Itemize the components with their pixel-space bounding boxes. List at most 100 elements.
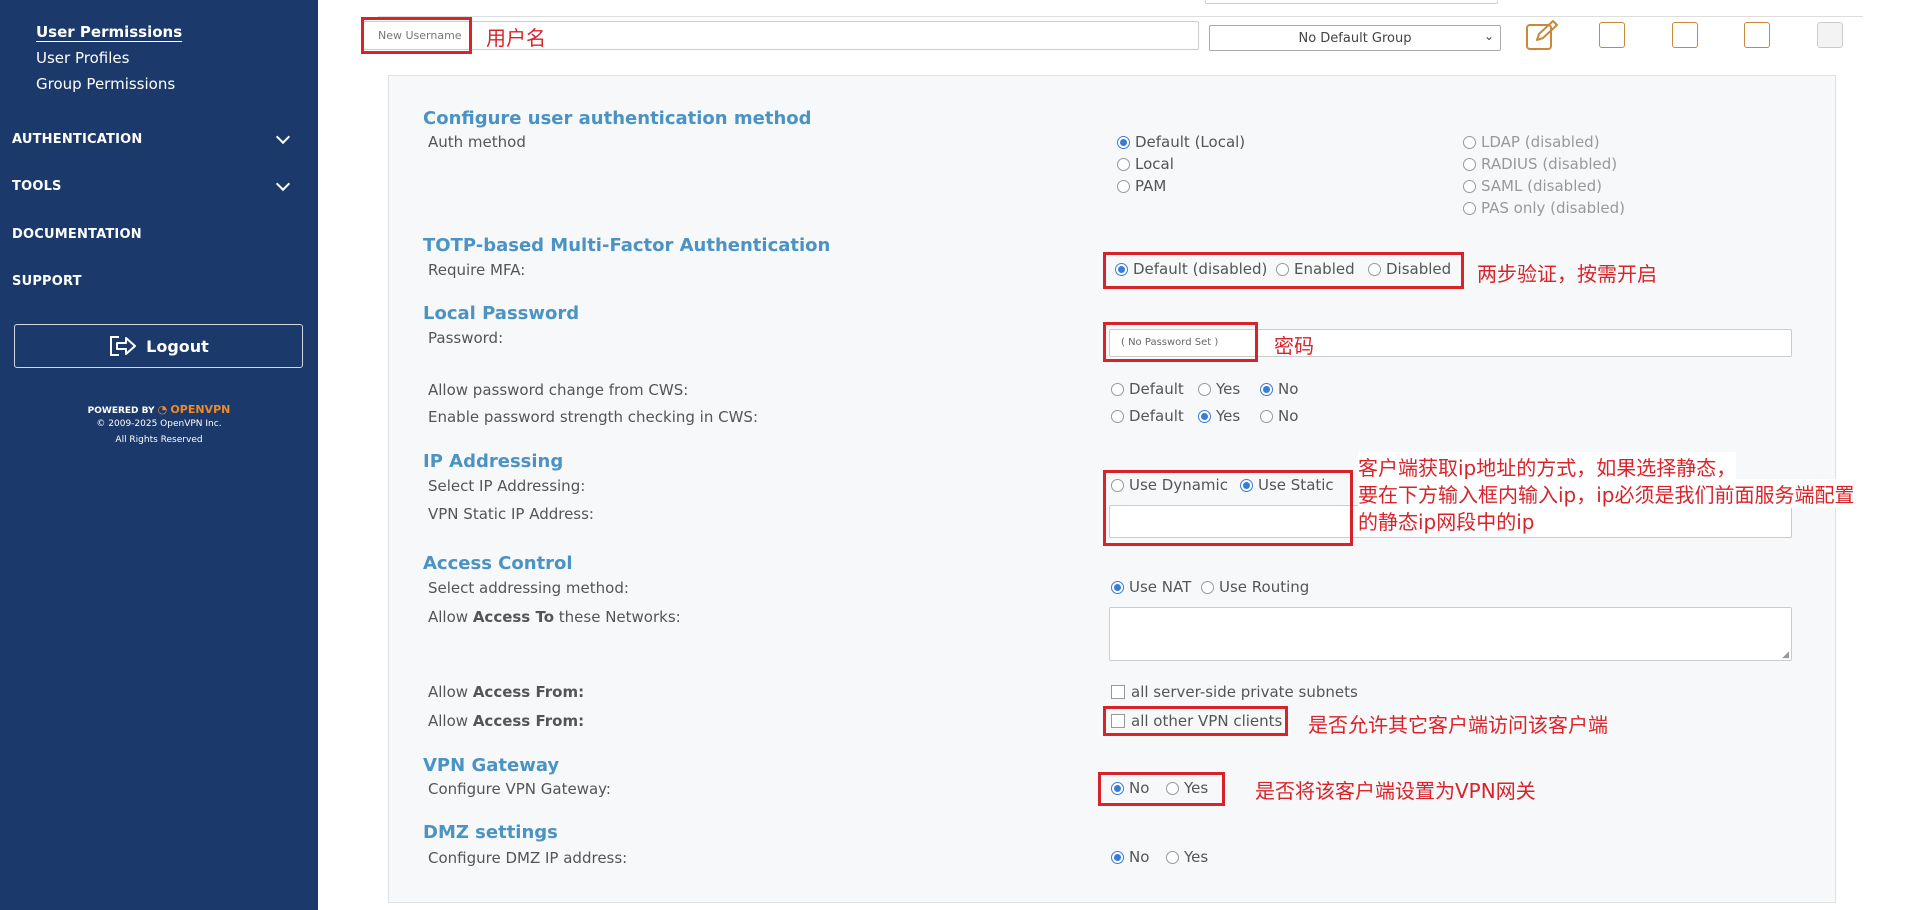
dmz-label: Configure DMZ IP address: xyxy=(428,849,628,867)
rights-reserved: All Rights Reserved xyxy=(115,435,203,445)
nav-authentication[interactable]: AUTHENTICATION xyxy=(12,129,306,147)
radio-label: SAML (disabled) xyxy=(1481,177,1602,195)
section-gateway-title: VPN Gateway xyxy=(423,755,560,776)
static-ip-label: VPN Static IP Address: xyxy=(428,505,594,523)
openvpn-logo-icon: ◔ xyxy=(157,403,168,416)
radio-dot xyxy=(1198,382,1211,396)
password-strength-label: Enable password strength checking in CWS… xyxy=(428,408,758,426)
access-from-pre: Allow xyxy=(428,683,473,701)
logout-button[interactable]: Logout xyxy=(14,324,303,368)
require-mfa-label: Require MFA: xyxy=(428,261,526,279)
radio-pwchange-no[interactable]: No xyxy=(1260,380,1298,398)
annotation-vpn-clients: 是否允许其它客户端访问该客户端 xyxy=(1308,713,1608,737)
radio-label: Use NAT xyxy=(1129,578,1192,596)
radio-pwstrength-default[interactable]: Default xyxy=(1111,407,1184,425)
nav-documentation[interactable]: DOCUMENTATION xyxy=(12,227,142,242)
checkbox-box xyxy=(1111,685,1125,699)
radio-dot xyxy=(1198,409,1211,423)
nav-tools-label: TOOLS xyxy=(12,179,62,194)
access-to-label: Allow Access To these Networks: xyxy=(428,608,681,626)
powered-by-text: POWERED BY xyxy=(87,406,155,416)
sidebar: User Permissions User Profiles Group Per… xyxy=(0,0,318,910)
radio-dot xyxy=(1111,850,1124,864)
radio-dot xyxy=(1463,157,1476,171)
access-to-bold: Access To xyxy=(472,608,555,626)
annotation-box-gateway xyxy=(1098,772,1225,806)
radio-auth-default-local[interactable]: Default (Local) xyxy=(1117,133,1245,151)
annotation-box-username xyxy=(361,17,472,54)
sidebar-item-user-permissions[interactable]: User Permissions xyxy=(36,23,182,41)
radio-auth-pam[interactable]: PAM xyxy=(1117,177,1166,195)
radio-dot xyxy=(1463,135,1476,149)
nav-tools[interactable]: TOOLS xyxy=(12,176,306,194)
openvpn-brand: OPENVPN xyxy=(170,403,231,416)
password-change-label: Allow password change from CWS: xyxy=(428,381,689,399)
annotation-box-ip xyxy=(1103,470,1353,546)
radio-auth-radius: RADIUS (disabled) xyxy=(1463,155,1617,173)
edit-icon[interactable] xyxy=(1525,19,1559,51)
logout-label: Logout xyxy=(146,336,209,356)
radio-label: No xyxy=(1129,848,1150,866)
sidebar-item-user-profiles[interactable]: User Profiles xyxy=(36,49,129,67)
top-field xyxy=(1205,0,1498,4)
section-dmz-title: DMZ settings xyxy=(423,822,558,843)
radio-label: No xyxy=(1278,407,1299,425)
chevron-down-icon: ⌄ xyxy=(1483,29,1494,43)
annotation-ip-line2: 要在下方输入框内输入ip，ip必须是我们前面服务端配置 xyxy=(1358,479,1855,508)
radio-dot xyxy=(1463,201,1476,215)
checkbox-1[interactable] xyxy=(1599,22,1625,48)
radio-label: Yes xyxy=(1216,407,1241,425)
radio-dmz-yes[interactable]: Yes xyxy=(1166,848,1208,866)
annotation-box-vpn-clients xyxy=(1103,706,1288,736)
radio-use-nat[interactable]: Use NAT xyxy=(1111,578,1191,596)
annotation-gateway: 是否将该客户端设置为VPN网关 xyxy=(1255,779,1536,803)
radio-dot xyxy=(1260,409,1273,423)
delete-checkbox[interactable] xyxy=(1817,22,1843,48)
radio-auth-pas: PAS only (disabled) xyxy=(1463,199,1625,217)
checkbox-server-side-subnets[interactable]: all server-side private subnets xyxy=(1111,683,1358,701)
radio-label: Use Routing xyxy=(1219,578,1310,596)
sidebar-item-group-permissions[interactable]: Group Permissions xyxy=(36,75,175,93)
access-from-label-1: Allow Access From: xyxy=(428,683,584,701)
annotation-box-password xyxy=(1103,322,1258,362)
radio-auth-local[interactable]: Local xyxy=(1117,155,1174,173)
radio-auth-ldap: LDAP (disabled) xyxy=(1463,133,1600,151)
radio-pwstrength-no[interactable]: No xyxy=(1260,407,1298,425)
radio-label: Local xyxy=(1135,155,1174,173)
section-mfa-title: TOTP-based Multi-Factor Authentication xyxy=(423,235,831,256)
radio-label: Yes xyxy=(1184,848,1209,866)
radio-dot xyxy=(1111,382,1124,396)
radio-dot xyxy=(1111,580,1124,594)
access-to-networks-textarea[interactable]: ◢ xyxy=(1109,607,1792,661)
radio-label: LDAP (disabled) xyxy=(1481,133,1600,151)
checkbox-label: all server-side private subnets xyxy=(1131,683,1358,701)
radio-pwchange-yes[interactable]: Yes xyxy=(1198,380,1240,398)
select-ip-label: Select IP Addressing: xyxy=(428,477,586,495)
section-ip-title: IP Addressing xyxy=(423,451,564,472)
radio-dot xyxy=(1201,580,1214,594)
nav-support[interactable]: SUPPORT xyxy=(12,274,82,289)
resize-handle-icon[interactable]: ◢ xyxy=(1782,650,1789,660)
group-select[interactable]: No Default Group ⌄ xyxy=(1209,25,1501,51)
radio-dot xyxy=(1117,179,1130,193)
radio-label: PAS only (disabled) xyxy=(1481,199,1625,217)
password-label: Password: xyxy=(428,329,504,347)
radio-dmz-no[interactable]: No xyxy=(1111,848,1149,866)
radio-dot xyxy=(1117,157,1130,171)
copyright: © 2009-2025 OpenVPN Inc. xyxy=(96,419,222,429)
checkbox-2[interactable] xyxy=(1672,22,1698,48)
radio-label: Default xyxy=(1129,407,1184,425)
radio-label: Default (Local) xyxy=(1135,133,1246,151)
access-from-bold: Access From: xyxy=(472,683,585,701)
checkbox-3[interactable] xyxy=(1744,22,1770,48)
radio-use-routing[interactable]: Use Routing xyxy=(1201,578,1309,596)
annotation-box-mfa xyxy=(1103,252,1464,289)
powered-by: POWERED BY ◔ OPENVPN xyxy=(0,403,318,416)
access-from-label-2: Allow Access From: xyxy=(428,712,584,730)
radio-pwchange-default[interactable]: Default xyxy=(1111,380,1184,398)
access-to-post: these Networks: xyxy=(554,608,681,626)
radio-dot xyxy=(1260,382,1273,396)
radio-label: Default xyxy=(1129,380,1184,398)
radio-pwstrength-yes[interactable]: Yes xyxy=(1198,407,1240,425)
vpn-gateway-label: Configure VPN Gateway: xyxy=(428,780,611,798)
